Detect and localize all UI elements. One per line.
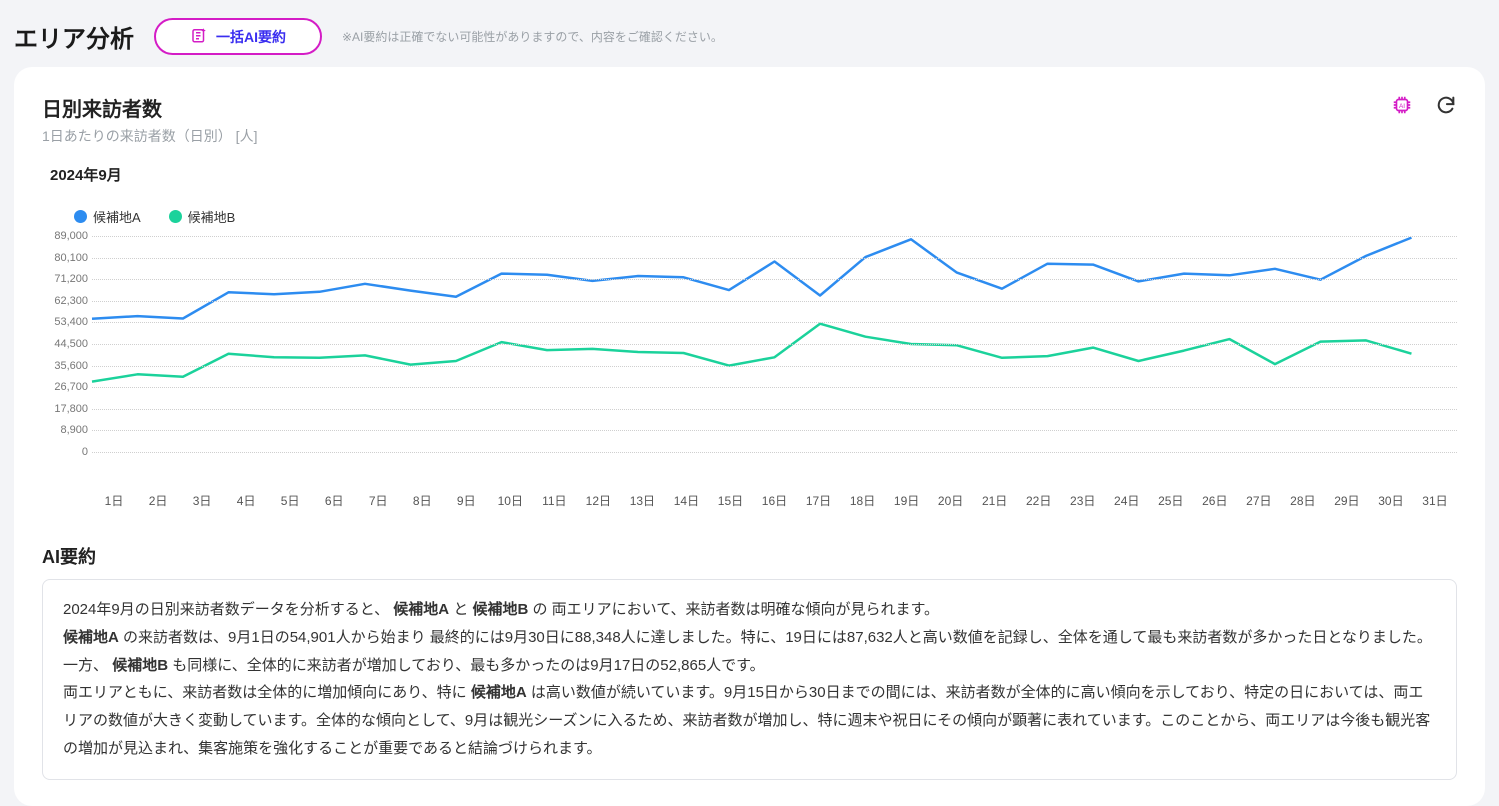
- ai-button-label: 一括AI要約: [216, 27, 286, 47]
- chart-month-label: 2024年9月: [50, 164, 1457, 185]
- x-tick: 20日: [929, 492, 973, 509]
- x-tick: 31日: [1413, 492, 1457, 509]
- series-line-0: [92, 238, 1411, 319]
- x-tick: 26日: [1193, 492, 1237, 509]
- x-tick: 12日: [576, 492, 620, 509]
- x-tick: 19日: [885, 492, 929, 509]
- ai-chip-icon[interactable]: AI: [1391, 94, 1413, 121]
- x-tick: 1日: [92, 492, 136, 509]
- x-tick: 23日: [1061, 492, 1105, 509]
- x-tick: 21日: [973, 492, 1017, 509]
- page-title: エリア分析: [14, 19, 134, 54]
- x-tick: 24日: [1105, 492, 1149, 509]
- x-tick: 9日: [444, 492, 488, 509]
- y-tick: 44,500: [54, 338, 88, 350]
- summary-text: と: [453, 601, 468, 618]
- y-tick: 80,100: [54, 252, 88, 264]
- summary-text: の 両エリアにおいて、来訪者数は明確な傾向が見られます。: [533, 601, 939, 618]
- summary-bold-a: 候補地A: [471, 684, 527, 701]
- legend-label-b: 候補地B: [188, 207, 236, 226]
- summary-bold-b: 候補地B: [112, 657, 168, 674]
- x-tick: 18日: [841, 492, 885, 509]
- disclaimer-text: ※AI要約は正確でない可能性がありますので、内容をご確認ください。: [342, 28, 723, 45]
- x-tick: 6日: [312, 492, 356, 509]
- summary-bold-b: 候補地B: [473, 601, 529, 618]
- legend-dot-b: [169, 210, 182, 223]
- summary-bold-a: 候補地A: [63, 629, 119, 646]
- x-tick: 8日: [400, 492, 444, 509]
- refresh-icon[interactable]: [1435, 94, 1457, 121]
- x-tick: 25日: [1149, 492, 1193, 509]
- x-tick: 16日: [752, 492, 796, 509]
- legend-dot-a: [74, 210, 87, 223]
- summary-text: も同様に、全体的に来訪者が増加しており、最も多かったのは9月17日の52,865…: [172, 657, 764, 674]
- legend-label-a: 候補地A: [93, 207, 141, 226]
- x-tick: 10日: [488, 492, 532, 509]
- series-line-1: [92, 324, 1411, 382]
- x-tick: 14日: [664, 492, 708, 509]
- ai-summary-box: 2024年9月の日別来訪者数データを分析すると、 候補地A と 候補地B の 両…: [42, 579, 1457, 780]
- summary-text: 両エリアともに、来訪者数は全体的に増加傾向にあり、特に: [63, 684, 471, 701]
- ai-sparkle-icon: [190, 26, 208, 47]
- legend-item-b: 候補地B: [169, 207, 236, 226]
- y-tick: 89,000: [54, 230, 88, 242]
- x-axis: 1日2日3日4日5日6日7日8日9日10日11日12日13日14日15日16日1…: [92, 492, 1457, 509]
- x-tick: 4日: [224, 492, 268, 509]
- y-tick: 0: [82, 446, 88, 458]
- y-axis: 0 8,900 17,800 26,700 35,600 44,500 53,400 62,3…: [42, 236, 92, 486]
- chart-card: 日別来訪者数 AI 1日あたりの来訪者数（日別） [人] 2024年9月 候補地…: [14, 67, 1485, 806]
- y-tick: 35,600: [54, 360, 88, 372]
- x-tick: 5日: [268, 492, 312, 509]
- y-tick: 8,900: [60, 424, 88, 436]
- x-tick: 30日: [1369, 492, 1413, 509]
- x-tick: 17日: [797, 492, 841, 509]
- summary-bold-a: 候補地A: [393, 601, 449, 618]
- ai-summary-title: AI要約: [42, 543, 1457, 569]
- legend-item-a: 候補地A: [74, 207, 141, 226]
- chart-legend: 候補地A 候補地B: [74, 207, 1457, 226]
- x-tick: 7日: [356, 492, 400, 509]
- summary-text: 2024年9月の日別来訪者数データを分析すると、: [63, 601, 389, 618]
- y-tick: 62,300: [54, 295, 88, 307]
- card-title: 日別来訪者数: [42, 93, 162, 122]
- y-tick: 17,800: [54, 403, 88, 415]
- x-tick: 2日: [136, 492, 180, 509]
- y-tick: 26,700: [54, 381, 88, 393]
- y-tick: 53,400: [54, 316, 88, 328]
- svg-text:AI: AI: [1399, 103, 1405, 110]
- x-tick: 29日: [1325, 492, 1369, 509]
- chart-plot-area: [92, 236, 1457, 452]
- x-tick: 22日: [1017, 492, 1061, 509]
- x-tick: 11日: [532, 492, 576, 509]
- x-tick: 27日: [1237, 492, 1281, 509]
- x-tick: 3日: [180, 492, 224, 509]
- y-tick: 71,200: [54, 273, 88, 285]
- x-tick: 15日: [708, 492, 752, 509]
- card-subtitle: 1日あたりの来訪者数（日別） [人]: [42, 126, 1457, 146]
- x-tick: 28日: [1281, 492, 1325, 509]
- x-tick: 13日: [620, 492, 664, 509]
- bulk-ai-summary-button[interactable]: 一括AI要約: [154, 18, 322, 55]
